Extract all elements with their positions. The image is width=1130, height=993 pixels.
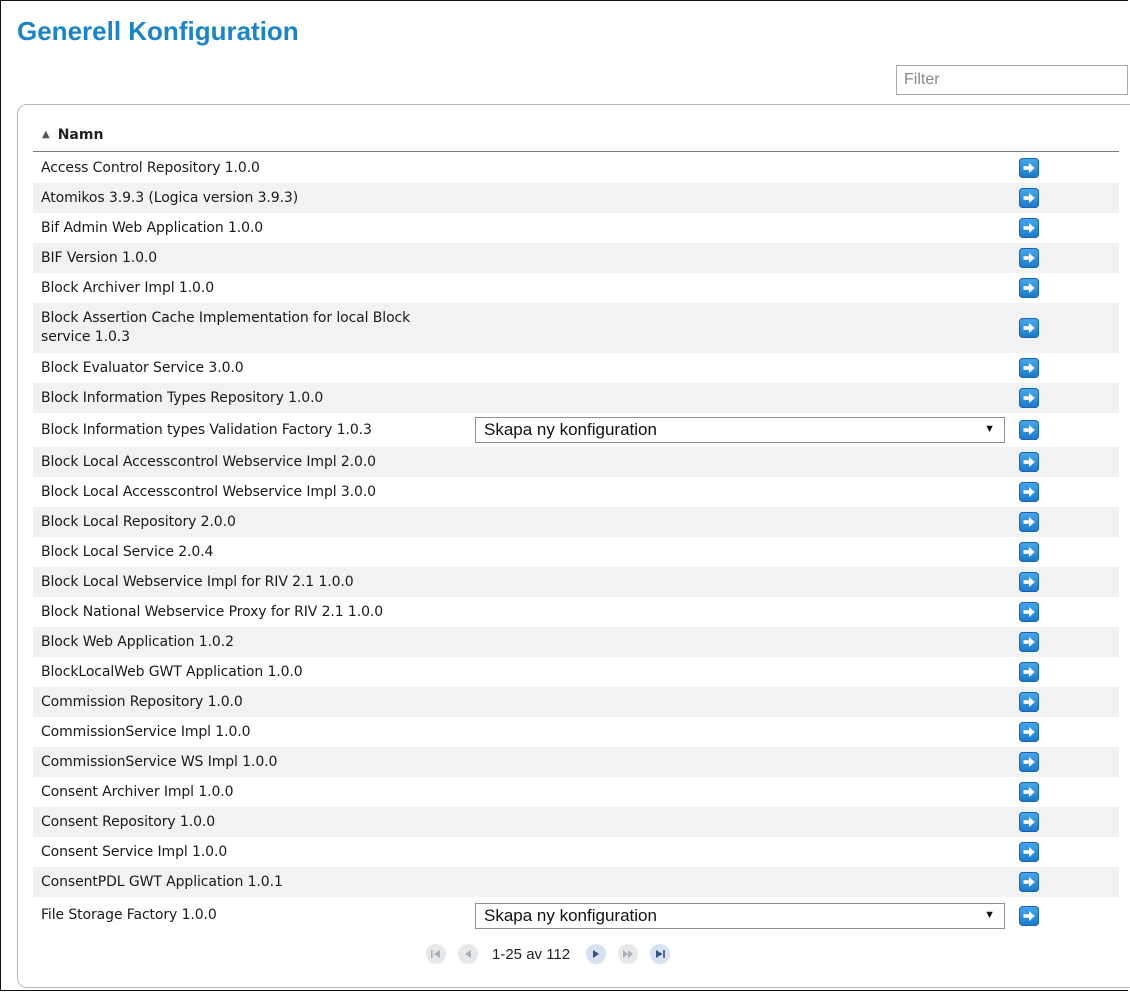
arrow-right-icon[interactable] [1019,188,1039,208]
config-name: Block Evaluator Service 3.0.0 [41,359,244,376]
config-name: Consent Repository 1.0.0 [41,813,216,830]
arrow-right-icon[interactable] [1019,420,1039,440]
table-row: Consent Repository 1.0.0 [33,807,1119,837]
table-row: Block Archiver Impl 1.0.0 [33,273,1119,303]
select-value: Skapa ny konfiguration [484,420,657,439]
table-row: BIF Version 1.0.0 [33,243,1119,273]
table-row: Bif Admin Web Application 1.0.0 [33,213,1119,243]
table-row: BlockLocalWeb GWT Application 1.0.0 [33,657,1119,687]
config-name: Commission Repository 1.0.0 [41,693,243,710]
config-name: Access Control Repository 1.0.0 [41,159,260,176]
arrow-right-icon[interactable] [1019,542,1039,562]
page-title: Generell Konfiguration [17,16,299,46]
table-row: Commission Repository 1.0.0 [33,687,1119,717]
arrow-right-icon[interactable] [1019,358,1039,378]
config-name: Block Local Accesscontrol Webservice Imp… [41,453,376,470]
config-name: BlockLocalWeb GWT Application 1.0.0 [41,663,303,680]
column-header-label: Namn [57,126,104,143]
arrow-right-icon[interactable] [1019,318,1039,338]
arrow-right-icon[interactable] [1019,782,1039,802]
dropdown-arrow-icon: ▼ [984,908,995,921]
config-name: BIF Version 1.0.0 [41,249,158,266]
table-row: Block Local Service 2.0.4 [33,537,1119,567]
config-name: Block Assertion Cache Implementation for… [41,310,411,345]
table-row: Access Control Repository 1.0.0 [33,153,1119,183]
table-row: CommissionService Impl 1.0.0 [33,717,1119,747]
column-header-name[interactable]: ▲ Namn [33,118,1119,152]
dropdown-arrow-icon: ▼ [984,423,995,435]
table-row: Consent Archiver Impl 1.0.0 [33,777,1119,807]
arrow-right-icon[interactable] [1019,218,1039,238]
arrow-right-icon[interactable] [1019,572,1039,592]
create-config-select[interactable]: Skapa ny konfiguration ▼ [475,417,1005,443]
table-row: Consent Service Impl 1.0.0 [33,837,1119,867]
table-row: Block Local Repository 2.0.0 [33,507,1119,537]
table-row: Block Information types Validation Facto… [33,413,1119,447]
last-page-icon[interactable] [650,944,671,964]
config-name: Block Information types Validation Facto… [41,421,372,438]
arrow-right-icon[interactable] [1019,482,1039,502]
config-name: Block Local Service 2.0.4 [41,543,214,560]
arrow-right-icon[interactable] [1019,752,1039,772]
arrow-right-icon[interactable] [1019,842,1039,862]
next-page-icon[interactable] [586,944,607,964]
select-value: Skapa ny konfiguration [484,905,657,925]
table-row: Block Local Webservice Impl for RIV 2.1 … [33,567,1119,597]
arrow-right-icon[interactable] [1019,905,1039,926]
table-row: Atomikos 3.9.3 (Logica version 3.9.3) [33,183,1119,213]
page-range-text: 1-25 av 112 [492,945,571,963]
arrow-right-icon[interactable] [1019,662,1039,682]
table-row: Block Information Types Repository 1.0.0 [33,383,1119,413]
table-row: Block Web Application 1.0.2 [33,627,1119,657]
config-name: Block Archiver Impl 1.0.0 [41,279,215,296]
config-name: Block Local Webservice Impl for RIV 2.1 … [41,573,354,590]
arrow-right-icon[interactable] [1019,872,1039,892]
arrow-right-icon[interactable] [1019,812,1039,832]
table-row: Block National Webservice Proxy for RIV … [33,597,1119,627]
table-row: ConsentPDL GWT Application 1.0.1 [33,867,1119,897]
config-name: ConsentPDL GWT Application 1.0.1 [41,873,283,890]
config-name: Consent Service Impl 1.0.0 [41,843,228,860]
config-name: CommissionService WS Impl 1.0.0 [41,753,278,770]
table-row: Block Local Accesscontrol Webservice Imp… [33,477,1119,507]
config-name: Block Information Types Repository 1.0.0 [41,389,324,406]
config-name: Block Local Repository 2.0.0 [41,513,236,530]
arrow-right-icon[interactable] [1019,452,1039,472]
config-name: Bif Admin Web Application 1.0.0 [41,219,264,236]
arrow-right-icon[interactable] [1019,388,1039,408]
arrow-right-icon[interactable] [1019,602,1039,622]
table-row: Block Local Accesscontrol Webservice Imp… [33,447,1119,477]
config-name: Block National Webservice Proxy for RIV … [41,603,384,620]
config-name: Atomikos 3.9.3 (Logica version 3.9.3) [41,189,299,206]
table-row: Block Evaluator Service 3.0.0 [33,353,1119,383]
config-name: Block Local Accesscontrol Webservice Imp… [41,483,376,500]
arrow-right-icon[interactable] [1019,512,1039,532]
arrow-right-icon[interactable] [1019,248,1039,268]
config-name: Consent Archiver Impl 1.0.0 [41,783,234,800]
create-config-select[interactable]: Skapa ny konfiguration ▼ [475,902,1005,929]
first-page-icon[interactable] [426,944,446,964]
previous-page-icon[interactable] [458,944,478,964]
table-row: Block Assertion Cache Implementation for… [33,303,1119,353]
config-list: Access Control Repository 1.0.0 Atomikos … [33,153,1119,934]
arrow-right-icon[interactable] [1019,692,1039,712]
filter-input[interactable] [896,65,1128,95]
arrow-right-icon[interactable] [1019,632,1039,652]
config-name: CommissionService Impl 1.0.0 [41,723,251,740]
table-row: File Storage Factory 1.0.0 Skapa ny konfi… [33,897,1119,934]
table-row: CommissionService WS Impl 1.0.0 [33,747,1119,777]
arrow-right-icon[interactable] [1019,278,1039,298]
fast-forward-icon[interactable] [618,944,639,964]
pagination: 1-25 av 112 [426,943,682,965]
arrow-right-icon[interactable] [1019,158,1039,178]
arrow-right-icon[interactable] [1019,722,1039,742]
sort-ascending-icon: ▲ [42,129,50,140]
config-name: Block Web Application 1.0.2 [41,633,234,650]
config-name: File Storage Factory 1.0.0 [41,907,217,923]
